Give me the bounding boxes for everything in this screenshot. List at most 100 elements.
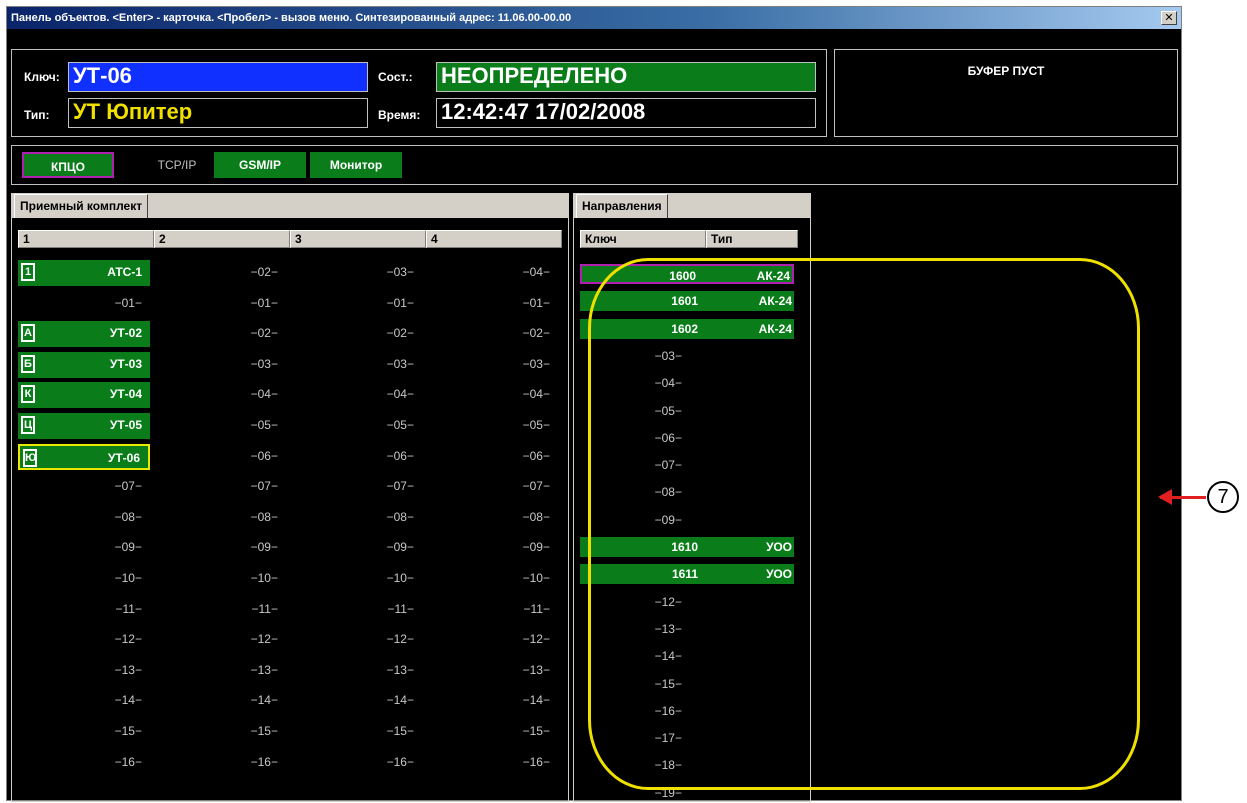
receiver-cell[interactable]: −04−: [154, 382, 286, 408]
receiver-cell[interactable]: −10−: [290, 566, 422, 592]
receiver-cell[interactable]: −06−: [426, 444, 558, 470]
receiver-cell[interactable]: −11−: [18, 597, 150, 623]
receiver-cell[interactable]: −06−: [154, 444, 286, 470]
receiver-cell[interactable]: −14−: [426, 688, 558, 714]
direction-row[interactable]: −05−: [580, 401, 794, 421]
receiver-cell[interactable]: −11−: [426, 597, 558, 623]
direction-row[interactable]: 1602 АК-24: [580, 318, 794, 339]
receiver-cell[interactable]: −02−: [290, 321, 422, 347]
channel-gsmip[interactable]: GSM/IP: [214, 152, 306, 178]
receiver-cell[interactable]: −16−: [290, 750, 422, 776]
tab-receiver[interactable]: Приемный комплект: [14, 194, 149, 218]
receiver-cell[interactable]: −10−: [18, 566, 150, 592]
receiver-cell[interactable]: −04−: [290, 382, 422, 408]
receiver-cell[interactable]: −13−: [18, 658, 150, 684]
receiver-cell[interactable]: −12−: [18, 627, 150, 653]
receiver-cell[interactable]: −08−: [18, 505, 150, 531]
receiver-cell[interactable]: −15−: [18, 719, 150, 745]
receiver-cell[interactable]: −01−: [18, 291, 150, 317]
receiver-cell[interactable]: −04−: [426, 382, 558, 408]
direction-row[interactable]: −04−: [580, 373, 794, 393]
receiver-cell[interactable]: АТС-1 1: [18, 260, 150, 286]
channel-tcpip[interactable]: TCP/IP: [146, 152, 208, 178]
direction-row[interactable]: −19−: [580, 783, 794, 803]
receiver-cell[interactable]: УТ-04 К: [18, 382, 150, 409]
time-field[interactable]: 12:42:47 17/02/2008: [436, 98, 816, 128]
receiver-cell[interactable]: −05−: [154, 413, 286, 439]
direction-row[interactable]: 1600 АК-24: [580, 264, 794, 284]
receiver-cell[interactable]: −07−: [18, 474, 150, 500]
receiver-cell[interactable]: −01−: [426, 291, 558, 317]
receiver-cell[interactable]: −15−: [154, 719, 286, 745]
direction-row[interactable]: −03−: [580, 346, 794, 366]
receiver-cell[interactable]: −09−: [290, 535, 422, 561]
receiver-cell[interactable]: −15−: [290, 719, 422, 745]
directions-col-key[interactable]: Ключ: [580, 230, 706, 248]
receiver-cell[interactable]: −16−: [154, 750, 286, 776]
direction-row[interactable]: 1611 УОО: [580, 564, 794, 585]
receiver-cell[interactable]: −01−: [154, 291, 286, 317]
receiver-cell[interactable]: −09−: [154, 535, 286, 561]
direction-row[interactable]: −15−: [580, 674, 794, 694]
directions-col-type[interactable]: Тип: [706, 230, 798, 248]
receiver-cell[interactable]: −12−: [154, 627, 286, 653]
direction-row[interactable]: −13−: [580, 619, 794, 639]
direction-row[interactable]: −14−: [580, 646, 794, 666]
direction-row[interactable]: 1601 АК-24: [580, 291, 794, 312]
direction-row[interactable]: −17−: [580, 728, 794, 748]
receiver-cell[interactable]: −01−: [290, 291, 422, 317]
tab-directions[interactable]: Направления: [576, 194, 668, 218]
receiver-cell[interactable]: УТ-06 Ю: [18, 443, 150, 470]
receiver-col-3[interactable]: 3: [290, 230, 426, 248]
receiver-cell[interactable]: −03−: [154, 352, 286, 378]
direction-row[interactable]: −06−: [580, 428, 794, 448]
receiver-cell[interactable]: −08−: [426, 505, 558, 531]
receiver-cell[interactable]: −10−: [426, 566, 558, 592]
receiver-col-4[interactable]: 4: [426, 230, 562, 248]
receiver-cell[interactable]: −05−: [290, 413, 422, 439]
receiver-cell[interactable]: −14−: [290, 688, 422, 714]
receiver-cell[interactable]: −02−: [154, 260, 286, 286]
direction-row[interactable]: 1610 УОО: [580, 537, 794, 557]
receiver-col-1[interactable]: 1: [18, 230, 154, 248]
receiver-cell[interactable]: −06−: [290, 444, 422, 470]
receiver-cell[interactable]: −12−: [290, 627, 422, 653]
direction-row[interactable]: −12−: [580, 592, 794, 612]
direction-row[interactable]: −09−: [580, 510, 794, 530]
receiver-cell[interactable]: −03−: [426, 352, 558, 378]
receiver-cell[interactable]: −03−: [290, 352, 422, 378]
close-button[interactable]: ✕: [1161, 11, 1177, 25]
receiver-cell[interactable]: −07−: [290, 474, 422, 500]
receiver-cell[interactable]: −12−: [426, 627, 558, 653]
channel-kpco[interactable]: КПЦО: [22, 152, 114, 178]
receiver-cell[interactable]: −08−: [154, 505, 286, 531]
receiver-cell[interactable]: УТ-03 Б: [18, 351, 150, 378]
receiver-cell[interactable]: −13−: [426, 658, 558, 684]
state-field[interactable]: НЕОПРЕДЕЛЕНО: [436, 62, 816, 92]
receiver-cell[interactable]: −07−: [154, 474, 286, 500]
receiver-cell[interactable]: −08−: [290, 505, 422, 531]
channel-monitor[interactable]: Монитор: [310, 152, 402, 178]
receiver-cell[interactable]: −10−: [154, 566, 286, 592]
receiver-cell[interactable]: −05−: [426, 413, 558, 439]
receiver-cell[interactable]: −03−: [290, 260, 422, 286]
receiver-cell[interactable]: −14−: [154, 688, 286, 714]
type-field[interactable]: УТ Юпитер: [68, 98, 368, 128]
receiver-cell[interactable]: −02−: [426, 321, 558, 347]
receiver-cell[interactable]: −11−: [290, 597, 422, 623]
receiver-cell[interactable]: −11−: [154, 597, 286, 623]
receiver-cell[interactable]: −04−: [426, 260, 558, 286]
receiver-cell[interactable]: −02−: [154, 321, 286, 347]
key-field[interactable]: УТ-06: [68, 62, 368, 92]
receiver-cell[interactable]: −15−: [426, 719, 558, 745]
receiver-cell[interactable]: −09−: [18, 535, 150, 561]
direction-row[interactable]: −08−: [580, 482, 794, 502]
receiver-cell[interactable]: −13−: [154, 658, 286, 684]
receiver-cell[interactable]: −09−: [426, 535, 558, 561]
receiver-cell[interactable]: УТ-05 Ц: [18, 413, 150, 439]
receiver-cell[interactable]: −14−: [18, 688, 150, 714]
receiver-cell[interactable]: −07−: [426, 474, 558, 500]
receiver-cell[interactable]: УТ-02 А: [18, 321, 150, 348]
receiver-col-2[interactable]: 2: [154, 230, 290, 248]
direction-row[interactable]: −16−: [580, 701, 794, 721]
